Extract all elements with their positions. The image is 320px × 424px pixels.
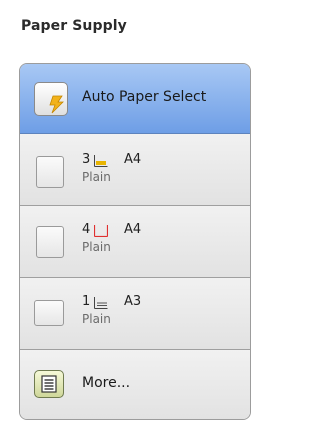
- tray-4-paper-icon: [36, 226, 64, 258]
- auto-paper-select-button[interactable]: Auto Paper Select: [20, 64, 250, 134]
- bypass-tray-icon: [94, 297, 108, 309]
- tray-4-button[interactable]: 4 A4 Plain: [20, 206, 250, 278]
- tray-1-number: 1: [82, 294, 91, 309]
- tray-4-number: 4: [82, 222, 91, 237]
- tray-3-type: Plain: [82, 170, 111, 184]
- more-button[interactable]: More...: [20, 350, 250, 419]
- paper-supply-panel: Auto Paper Select 3 A4 Plain 4 A4 Plain …: [19, 63, 251, 420]
- auto-paper-select-label: Auto Paper Select: [82, 89, 207, 105]
- tray-1-type: Plain: [82, 312, 111, 326]
- list-icon: [34, 370, 64, 398]
- tray-4-size: A4: [124, 222, 142, 237]
- tray-3-size: A4: [124, 152, 142, 167]
- tray-3-paper-icon: [36, 156, 64, 188]
- more-label: More...: [82, 375, 131, 391]
- paper-supply-title: Paper Supply: [21, 18, 127, 34]
- tray-3-number: 3: [82, 152, 91, 167]
- tray-1-button[interactable]: 1 A3 Plain: [20, 278, 250, 350]
- tray-empty-icon: [94, 225, 108, 237]
- tray-3-button[interactable]: 3 A4 Plain: [20, 134, 250, 206]
- tray-1-size: A3: [124, 294, 142, 309]
- tray-4-type: Plain: [82, 240, 111, 254]
- tray-1-paper-icon: [34, 300, 64, 326]
- tray-level-icon: [94, 155, 108, 167]
- auto-paper-select-icon: [34, 82, 68, 116]
